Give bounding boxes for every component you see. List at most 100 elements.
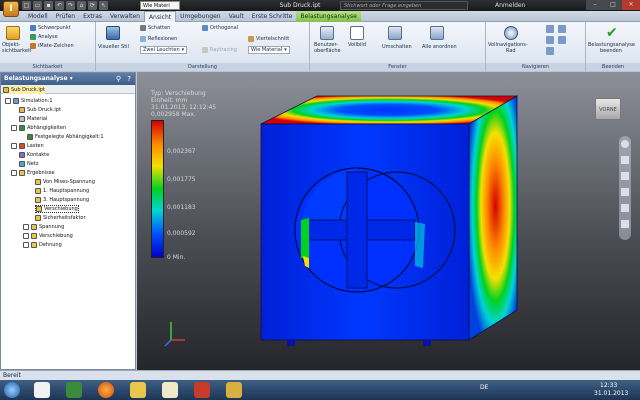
tree-node-root[interactable]: Sub Druck.ipt: [3, 86, 45, 94]
switch-window-icon[interactable]: [388, 26, 402, 40]
firefox-icon[interactable]: [98, 382, 114, 398]
analyse-item[interactable]: Analyse: [30, 33, 58, 41]
viewcube[interactable]: VORNE: [595, 98, 621, 120]
fullscreen-icon[interactable]: [350, 26, 364, 40]
checkmark-icon[interactable]: ✔: [606, 26, 620, 40]
tab-ansicht[interactable]: Ansicht: [143, 11, 177, 22]
inventor-icon[interactable]: [226, 382, 242, 398]
zoom-icon[interactable]: [621, 172, 629, 180]
schatten-item[interactable]: Schatten: [140, 24, 170, 32]
help-search-input[interactable]: Stichwort oder Frage eingeben: [340, 1, 468, 10]
tab-modell[interactable]: Modell: [24, 11, 52, 22]
material-selector[interactable]: Wie Materi: [140, 1, 180, 10]
select-icon[interactable]: ↖: [99, 1, 108, 10]
new-icon[interactable]: □: [22, 1, 31, 10]
home-view-icon[interactable]: [546, 47, 554, 55]
arrange-all-icon[interactable]: [430, 26, 444, 40]
word-icon[interactable]: [34, 382, 50, 398]
tree-node-stress[interactable]: Spannung: [23, 223, 64, 231]
imate-item[interactable]: iMate-Zeichen: [30, 42, 74, 50]
expand-icon[interactable]: [23, 233, 29, 239]
tree-node-contacts[interactable]: Kontakte: [19, 151, 49, 159]
material-dropdown[interactable]: Wie Material ▾: [248, 46, 290, 54]
home-view-icon[interactable]: [621, 220, 629, 228]
pan-icon[interactable]: [621, 156, 629, 164]
tab-belastungsanalyse[interactable]: Belastungsanalyse: [296, 11, 361, 22]
steering-wheel-icon[interactable]: [504, 26, 518, 40]
tree-node-safety-factor[interactable]: Sicherheitsfaktor: [35, 214, 86, 222]
lighting-dropdown[interactable]: Zwei Leuchten ▾: [140, 46, 188, 54]
fullscreen-label[interactable]: Vollbild: [348, 42, 366, 48]
tree-node-material[interactable]: Material: [19, 115, 47, 123]
tab-verwalten[interactable]: Verwalten: [106, 11, 144, 22]
expand-icon[interactable]: [23, 242, 29, 248]
close-button[interactable]: ✕: [622, 0, 640, 10]
tab-erste-schritte[interactable]: Erste Schritte: [248, 11, 297, 22]
search-icon[interactable]: ⚲: [116, 75, 121, 83]
finish-label-2[interactable]: beenden: [600, 48, 622, 54]
open-icon[interactable]: ▭: [33, 1, 42, 10]
tree-node-mesh[interactable]: Netz: [19, 160, 38, 168]
orbit-icon[interactable]: [546, 36, 554, 44]
tree-node-constraints[interactable]: Abhängigkeiten: [11, 124, 66, 132]
language-indicator[interactable]: DE: [480, 384, 488, 391]
minimize-button[interactable]: –: [586, 0, 604, 10]
update-icon[interactable]: ⟳: [88, 1, 97, 10]
expand-icon[interactable]: [11, 170, 17, 176]
graphics-viewport[interactable]: Typ: Verschiebung Einheit: mm 31.01.2013…: [137, 72, 640, 370]
user-interface-label-2[interactable]: oberfläche: [314, 48, 341, 54]
look-at-icon[interactable]: [558, 36, 566, 44]
tree-node-fixed-constraint[interactable]: Festgelegte Abhängigkeit:1: [27, 133, 104, 141]
tab-vault[interactable]: Vault: [225, 11, 248, 22]
tree-node-von-mises[interactable]: Von Mises-Spannung: [35, 178, 95, 186]
clock-date[interactable]: 31.01.2013: [594, 390, 628, 397]
object-visibility-icon[interactable]: [6, 26, 20, 40]
steering-wheel-icon[interactable]: [621, 140, 629, 148]
orbit-icon[interactable]: [621, 188, 629, 196]
explorer-icon[interactable]: [66, 382, 82, 398]
paint-icon[interactable]: [194, 382, 210, 398]
texnic-center-icon[interactable]: [162, 382, 178, 398]
user-interface-icon[interactable]: [320, 26, 334, 40]
expand-icon[interactable]: [11, 143, 17, 149]
save-icon[interactable]: ▪: [44, 1, 53, 10]
tree-node-displacement-folder[interactable]: Verschiebung: [23, 232, 73, 240]
steering-wheel-label-2[interactable]: Rad: [506, 48, 516, 54]
expand-icon[interactable]: [11, 125, 17, 131]
application-menu-button[interactable]: I: [3, 1, 19, 17]
viertelschnitt-item[interactable]: Viertelschnitt: [248, 35, 289, 43]
visual-style-label[interactable]: Visueller Stil: [98, 44, 129, 50]
maximize-button[interactable]: □: [604, 0, 622, 10]
undo-icon[interactable]: ↶: [55, 1, 64, 10]
schwerpunkt-item[interactable]: Schwerpunkt: [30, 24, 71, 32]
start-orb-icon[interactable]: [4, 382, 20, 398]
zoom-icon[interactable]: [558, 25, 566, 33]
tab-umgebungen[interactable]: Umgebungen: [176, 11, 224, 22]
tree-node-strain[interactable]: Dehnung: [23, 241, 62, 249]
tree-node-results[interactable]: Ergebnisse: [11, 169, 54, 177]
visual-style-icon[interactable]: [106, 26, 120, 40]
tree-node-part[interactable]: Sub Druck.ipt: [19, 106, 61, 114]
tree-node-principal-1[interactable]: 1. Hauptspannung: [35, 187, 89, 195]
switch-window-label[interactable]: Umschalten: [382, 44, 412, 50]
pan-icon[interactable]: [546, 25, 554, 33]
displacement-model[interactable]: [247, 90, 537, 360]
sign-in-link[interactable]: Anmelden: [495, 1, 525, 10]
object-visibility-label-2[interactable]: sichtbarkeit: [2, 48, 31, 54]
raytracing-item[interactable]: Raytracing: [202, 46, 237, 54]
orthogonal-item[interactable]: Orthogonal: [202, 24, 238, 32]
redo-icon[interactable]: ↷: [66, 1, 75, 10]
tab-pruefen[interactable]: Prüfen: [52, 11, 79, 22]
tree-node-simulation[interactable]: Simulation:1: [5, 97, 53, 105]
folder-icon[interactable]: [130, 382, 146, 398]
tab-extras[interactable]: Extras: [79, 11, 106, 22]
home-icon[interactable]: ⌂: [77, 1, 86, 10]
reflexionen-item[interactable]: Reflexionen: [140, 35, 177, 43]
tree-node-loads[interactable]: Lasten: [11, 142, 44, 150]
clock-time[interactable]: 12:33: [600, 382, 617, 389]
arrange-all-label[interactable]: Alle anordnen: [422, 44, 457, 50]
expand-icon[interactable]: [23, 224, 29, 230]
tree-node-principal-3[interactable]: 3. Hauptspannung: [35, 196, 89, 204]
look-at-icon[interactable]: [621, 204, 629, 212]
tree-node-displacement[interactable]: Verschiebung: [35, 205, 79, 213]
